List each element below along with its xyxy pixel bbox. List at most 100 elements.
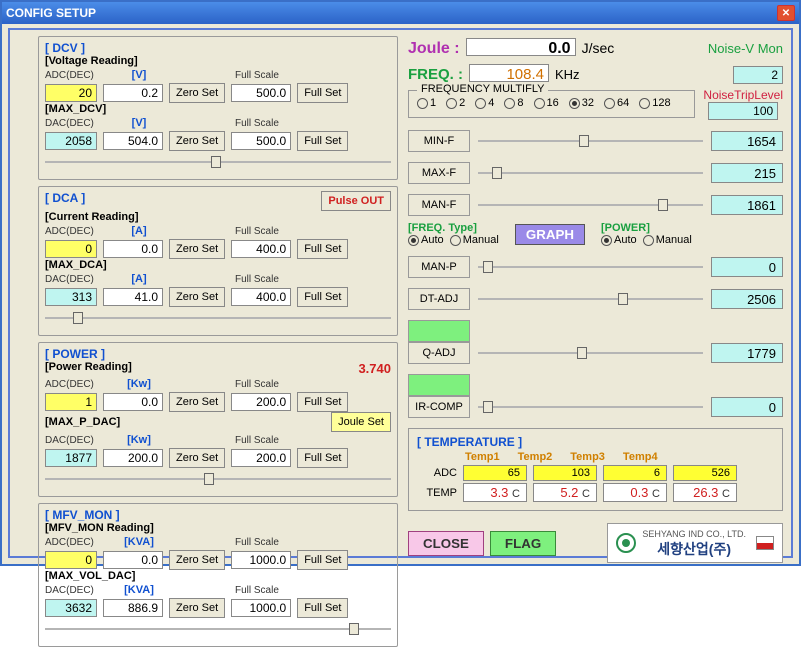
power-fs1[interactable] — [231, 393, 291, 411]
mult-radio-64[interactable] — [604, 98, 615, 109]
mfv-adc2[interactable] — [45, 599, 97, 617]
dcv-fs2[interactable] — [231, 132, 291, 150]
ircomp-slider[interactable] — [478, 398, 703, 416]
mfv-kva1[interactable] — [103, 551, 163, 569]
noisev-value[interactable] — [733, 66, 783, 84]
dcv-fs1[interactable] — [231, 84, 291, 102]
freqtype-auto-radio[interactable] — [408, 235, 419, 246]
joule-set-button[interactable]: Joule Set — [331, 412, 391, 432]
close-button[interactable]: CLOSE — [408, 531, 484, 556]
mfv-slider[interactable] — [45, 620, 391, 638]
dtadj-button[interactable]: DT-ADJ — [408, 288, 470, 310]
mfv-zeroset2[interactable]: Zero Set — [169, 598, 225, 618]
mfv-fs2[interactable] — [231, 599, 291, 617]
mfv-maxv: [MAX_VOL_DAC] — [45, 570, 391, 582]
dca-zeroset2[interactable]: Zero Set — [169, 287, 225, 307]
mult-lbl-64: 64 — [617, 97, 629, 109]
dca-unit: [A] — [109, 225, 169, 237]
dca-a2[interactable] — [103, 288, 163, 306]
powertype-label: [POWER] — [601, 222, 650, 234]
powertype-manual-radio[interactable] — [643, 235, 654, 246]
power-adc2[interactable] — [45, 449, 97, 467]
maxf-button[interactable]: MAX-F — [408, 162, 470, 184]
qadj-slider[interactable] — [478, 344, 703, 362]
power-header: [ POWER ] — [45, 347, 391, 361]
dcv-slider[interactable] — [45, 153, 391, 171]
powertype-auto-lbl: Auto — [614, 234, 637, 246]
temp-v4: 26.3 — [693, 485, 718, 500]
flag-button[interactable]: FLAG — [490, 531, 556, 556]
mult-radio-4[interactable] — [475, 98, 486, 109]
dca-adc1[interactable] — [45, 240, 97, 258]
mult-radio-16[interactable] — [534, 98, 545, 109]
dca-fs2[interactable] — [231, 288, 291, 306]
power-reading-lbl: [Power Reading] — [45, 361, 132, 376]
maxf-slider[interactable] — [478, 164, 703, 182]
power-adc1[interactable] — [45, 393, 97, 411]
company-ko: 세향산업(주) — [657, 541, 731, 557]
dca-zeroset1[interactable]: Zero Set — [169, 239, 225, 259]
power-fs-lbl2: Full Scale — [235, 435, 295, 446]
dca-slider[interactable] — [45, 309, 391, 327]
mfv-panel: [ MFV_MON ] [MFV_MON Reading] ADC(DEC) [… — [38, 503, 398, 647]
mult-radio-32[interactable] — [569, 98, 580, 109]
noisetrip-value[interactable] — [708, 102, 778, 120]
power-slider[interactable] — [45, 470, 391, 488]
dca-fs1[interactable] — [231, 240, 291, 258]
temp-v2: 5.2 — [560, 485, 578, 500]
dcv-fullset1[interactable]: Full Set — [297, 83, 348, 103]
qadj-button[interactable]: Q-ADJ — [408, 342, 470, 364]
power-kw1[interactable] — [103, 393, 163, 411]
powertype-auto-radio[interactable] — [601, 235, 612, 246]
temp-v1: 3.3 — [490, 485, 508, 500]
mfv-adc1[interactable] — [45, 551, 97, 569]
mult-radio-1[interactable] — [417, 98, 428, 109]
pulse-out-button[interactable]: Pulse OUT — [321, 191, 391, 211]
dcv-fullscale-lbl2: Full Scale — [235, 118, 295, 129]
dcv-v2[interactable] — [103, 132, 163, 150]
graph-button[interactable]: GRAPH — [515, 224, 585, 245]
temp-u3: C — [652, 488, 660, 500]
freqtype-manual-radio[interactable] — [450, 235, 461, 246]
powertype-manual-lbl: Manual — [656, 234, 692, 246]
mfv-kva2[interactable] — [103, 599, 163, 617]
power-zeroset2[interactable]: Zero Set — [169, 448, 225, 468]
titlebar[interactable]: CONFIG SETUP ✕ — [2, 2, 799, 24]
dca-fullset2[interactable]: Full Set — [297, 287, 348, 307]
power-fullset2[interactable]: Full Set — [297, 448, 348, 468]
dca-adc2[interactable] — [45, 288, 97, 306]
mfv-zeroset1[interactable]: Zero Set — [169, 550, 225, 570]
dtadj-slider[interactable] — [478, 290, 703, 308]
temperature-group: [ TEMPERATURE ] Temp1 Temp2 Temp3 Temp4 … — [408, 428, 783, 511]
dcv-fullset2[interactable]: Full Set — [297, 131, 348, 151]
freqtype-manual-lbl: Manual — [463, 234, 499, 246]
minf-button[interactable]: MIN-F — [408, 130, 470, 152]
manf-button[interactable]: MAN-F — [408, 194, 470, 216]
mfv-fullset1[interactable]: Full Set — [297, 550, 348, 570]
manf-slider[interactable] — [478, 196, 703, 214]
dca-a1[interactable] — [103, 240, 163, 258]
minf-slider[interactable] — [478, 132, 703, 150]
dcv-zeroset1[interactable]: Zero Set — [169, 83, 225, 103]
freq-mult-group: FREQUENCY MULTIFLY 1248163264128 — [408, 90, 695, 118]
close-icon[interactable]: ✕ — [777, 5, 795, 21]
temp2-lbl: Temp2 — [518, 451, 553, 463]
dcv-adc1[interactable] — [45, 84, 97, 102]
power-fullset1[interactable]: Full Set — [297, 392, 348, 412]
power-kw2[interactable] — [103, 449, 163, 467]
manp-slider[interactable] — [478, 258, 703, 276]
mult-radio-128[interactable] — [639, 98, 650, 109]
freqtype-auto-lbl: Auto — [421, 234, 444, 246]
dcv-zeroset2[interactable]: Zero Set — [169, 131, 225, 151]
dca-fullset1[interactable]: Full Set — [297, 239, 348, 259]
power-fs2[interactable] — [231, 449, 291, 467]
mult-radio-8[interactable] — [504, 98, 515, 109]
mfv-fullset2[interactable]: Full Set — [297, 598, 348, 618]
mult-radio-2[interactable] — [446, 98, 457, 109]
dcv-adc2[interactable] — [45, 132, 97, 150]
mfv-fs1[interactable] — [231, 551, 291, 569]
power-zeroset1[interactable]: Zero Set — [169, 392, 225, 412]
manp-button[interactable]: MAN-P — [408, 256, 470, 278]
dcv-v1[interactable] — [103, 84, 163, 102]
ircomp-button[interactable]: IR-COMP — [408, 396, 470, 418]
